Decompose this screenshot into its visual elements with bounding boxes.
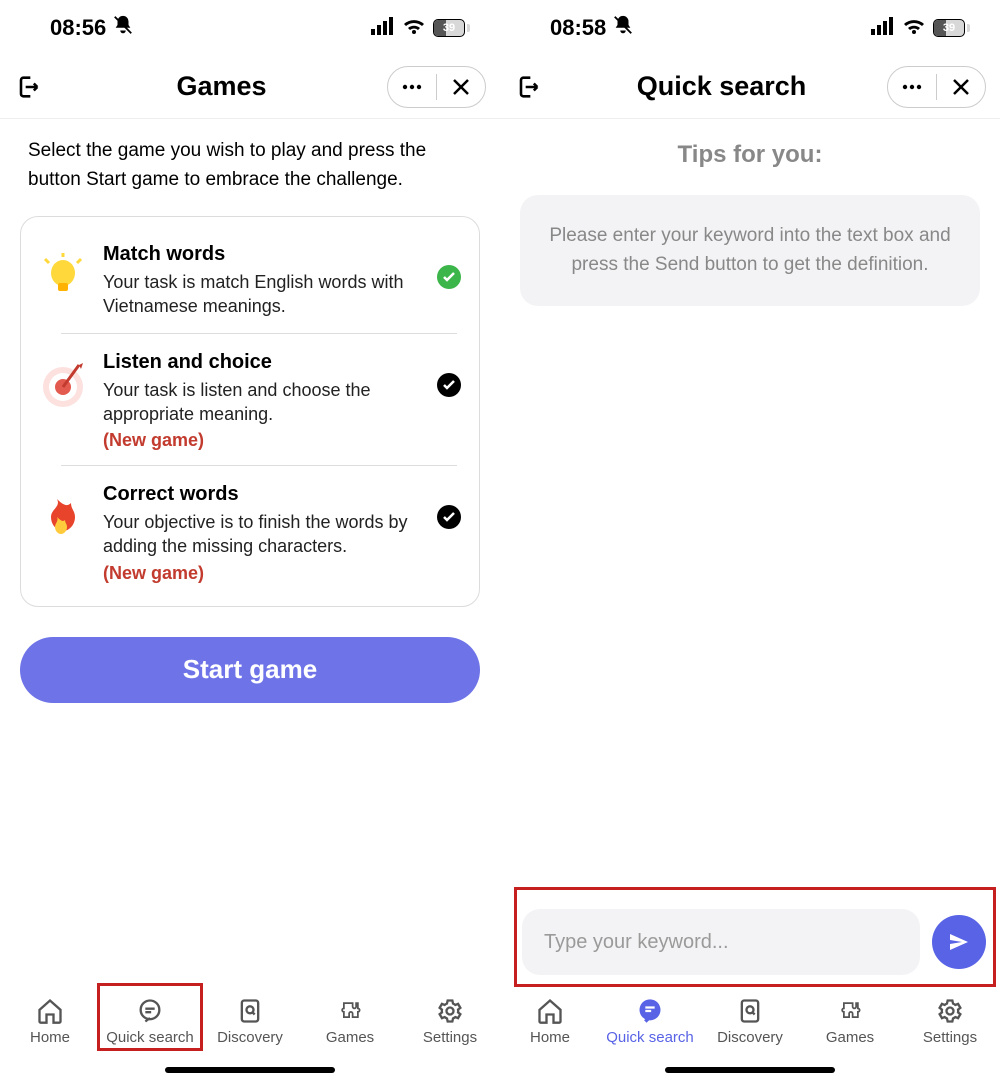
- game-title: Correct words: [103, 483, 421, 506]
- new-game-badge: (New game): [103, 563, 421, 584]
- home-indicator: [665, 1067, 835, 1073]
- bottom-nav: Home Quick search Discovery Games Settin…: [0, 989, 500, 1083]
- signal-icon: [371, 15, 395, 41]
- screen-games: 08:56 39 Games: [0, 0, 500, 1083]
- game-title: Listen and choice: [103, 351, 421, 374]
- nav-home[interactable]: Home: [0, 997, 100, 1046]
- fire-icon: [35, 489, 91, 545]
- status-bar: 08:58 39: [500, 0, 1000, 55]
- game-option-correct-words[interactable]: Correct words Your objective is to finis…: [21, 465, 479, 598]
- game-desc: Your task is listen and choose the appro…: [103, 378, 421, 427]
- battery-icon: 39: [433, 19, 470, 37]
- nav-settings[interactable]: Settings: [900, 997, 1000, 1046]
- game-title: Match words: [103, 243, 421, 266]
- bottom-nav: Home Quick search Discovery Games Settin…: [500, 989, 1000, 1083]
- status-time: 08:58: [550, 15, 606, 41]
- start-game-button[interactable]: Start game: [20, 637, 480, 703]
- wifi-icon: [402, 15, 426, 41]
- exit-button[interactable]: [514, 73, 556, 101]
- tips-title: Tips for you:: [500, 141, 1000, 169]
- bulb-icon: [35, 249, 91, 305]
- nav-discovery[interactable]: Discovery: [700, 997, 800, 1046]
- check-icon: [437, 265, 461, 289]
- send-button[interactable]: [932, 915, 986, 969]
- status-bar: 08:56 39: [0, 0, 500, 55]
- instructions-text: Select the game you wish to play and pre…: [0, 119, 500, 204]
- nav-settings[interactable]: Settings: [400, 997, 500, 1046]
- more-button[interactable]: [388, 66, 436, 108]
- games-card: Match words Your task is match English w…: [20, 216, 480, 607]
- bell-off-icon: [112, 14, 134, 42]
- input-area: [516, 903, 992, 981]
- tips-box: Please enter your keyword into the text …: [520, 195, 980, 306]
- nav-quick-search[interactable]: Quick search: [600, 997, 700, 1046]
- screen-quick-search: 08:58 39 Quick search: [500, 0, 1000, 1083]
- close-button[interactable]: [937, 66, 985, 108]
- game-option-match-words[interactable]: Match words Your task is match English w…: [21, 225, 479, 333]
- keyword-input[interactable]: [522, 909, 920, 975]
- target-icon: [35, 357, 91, 413]
- exit-button[interactable]: [14, 73, 56, 101]
- battery-icon: 39: [933, 19, 970, 37]
- game-option-listen-choice[interactable]: Listen and choice Your task is listen an…: [21, 333, 479, 466]
- check-icon: [437, 373, 461, 397]
- page-title: Quick search: [556, 71, 887, 102]
- wifi-icon: [902, 15, 926, 41]
- nav-home[interactable]: Home: [500, 997, 600, 1046]
- nav-games[interactable]: Games: [300, 997, 400, 1046]
- nav-quick-search[interactable]: Quick search: [100, 997, 200, 1046]
- new-game-badge: (New game): [103, 430, 421, 451]
- game-desc: Your task is match English words with Vi…: [103, 270, 421, 319]
- page-title: Games: [56, 71, 387, 102]
- header: Quick search: [500, 55, 1000, 119]
- game-desc: Your objective is to finish the words by…: [103, 510, 421, 559]
- bell-off-icon: [612, 14, 634, 42]
- close-button[interactable]: [437, 66, 485, 108]
- nav-games[interactable]: Games: [800, 997, 900, 1046]
- more-button[interactable]: [888, 66, 936, 108]
- header: Games: [0, 55, 500, 119]
- check-icon: [437, 505, 461, 529]
- signal-icon: [871, 15, 895, 41]
- status-time: 08:56: [50, 15, 106, 41]
- home-indicator: [165, 1067, 335, 1073]
- nav-discovery[interactable]: Discovery: [200, 997, 300, 1046]
